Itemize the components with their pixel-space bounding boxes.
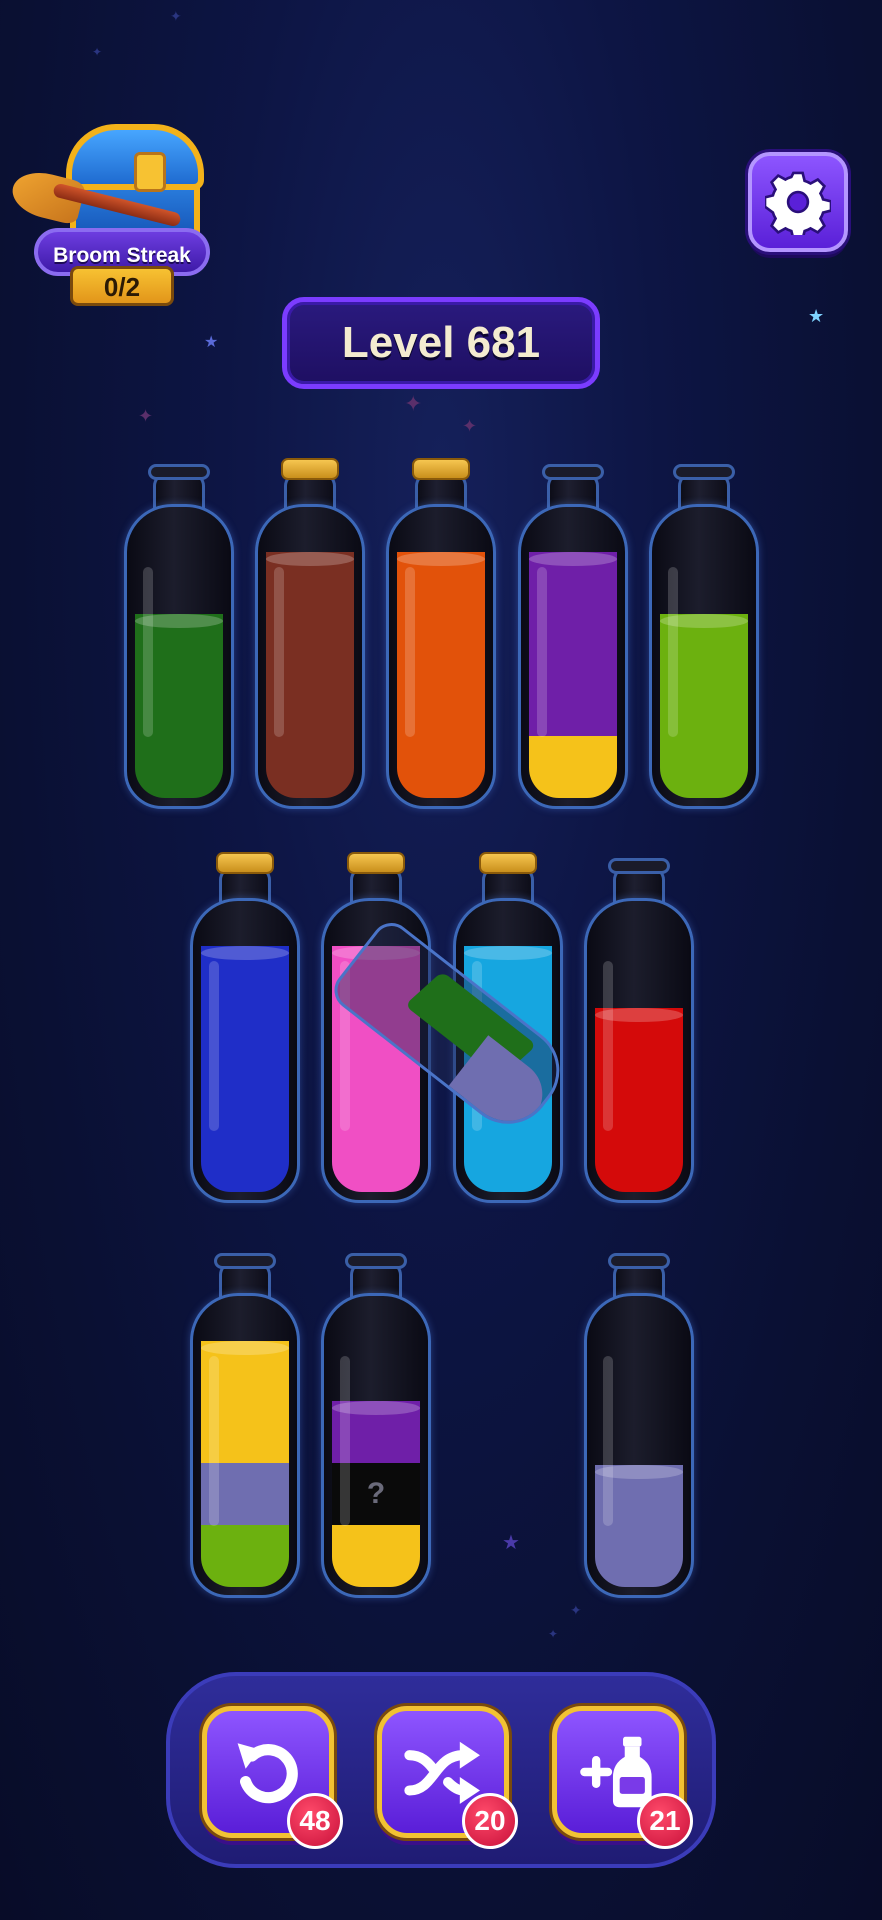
glass-shine xyxy=(143,567,153,737)
glass-shine xyxy=(603,1356,613,1526)
bottle-body xyxy=(584,1293,694,1598)
star-decoration: ★ xyxy=(808,306,825,327)
cork-icon xyxy=(347,852,405,874)
star-decoration: ✦ xyxy=(404,392,423,417)
cork-icon xyxy=(479,852,537,874)
bottle-lip xyxy=(608,1253,670,1269)
star-decoration: ★ xyxy=(204,332,219,351)
bottle-body xyxy=(190,1293,300,1598)
lock-icon xyxy=(134,152,166,192)
glass-shine xyxy=(209,961,219,1131)
star-decoration: ★ xyxy=(502,1530,520,1554)
star-decoration: ✦ xyxy=(462,416,478,437)
bottle-body xyxy=(386,504,496,809)
bottom-toolbar: 48 20 21 xyxy=(166,1672,716,1868)
bottle-body xyxy=(255,504,365,809)
streak-count: 0/2 xyxy=(70,266,174,306)
bottle[interactable] xyxy=(190,852,300,1203)
cork-icon xyxy=(216,852,274,874)
undo-button[interactable]: 48 xyxy=(202,1706,343,1849)
liquid-layer xyxy=(529,736,617,798)
bottle[interactable] xyxy=(190,1253,300,1598)
bottle-body xyxy=(518,504,628,809)
bottle-body xyxy=(124,504,234,809)
bottle[interactable]: ? xyxy=(321,1253,431,1598)
shuffle-count-badge: 20 xyxy=(462,1793,518,1849)
glass-shine xyxy=(340,1356,350,1526)
liquid-surface xyxy=(201,946,289,960)
undo-count-badge: 48 xyxy=(287,1793,343,1849)
hidden-layer-mark: ? xyxy=(366,1477,386,1510)
liquid-surface xyxy=(397,552,485,566)
cork-icon xyxy=(412,458,470,480)
bottle-body: ? xyxy=(321,1293,431,1598)
star-decoration: ✦ xyxy=(170,9,182,25)
bottle-body xyxy=(649,504,759,809)
bottle-lip xyxy=(673,464,735,480)
glass-shine xyxy=(274,567,284,737)
glass-shine xyxy=(537,567,547,737)
shuffle-button[interactable]: 20 xyxy=(377,1706,518,1849)
add-bottle-button[interactable]: 21 xyxy=(552,1706,693,1849)
bottle[interactable] xyxy=(584,858,694,1203)
bottle[interactable] xyxy=(584,1253,694,1598)
gear-icon xyxy=(765,171,831,235)
add-bottle-count-badge: 21 xyxy=(637,1793,693,1849)
bottle-lip xyxy=(214,1253,276,1269)
star-decoration: ✦ xyxy=(138,406,154,427)
bottle[interactable] xyxy=(255,458,365,809)
star-decoration: ✦ xyxy=(92,45,103,59)
glass-shine xyxy=(405,567,415,737)
glass-shine xyxy=(209,1356,219,1526)
bottle-lip xyxy=(542,464,604,480)
liquid-surface xyxy=(266,552,354,566)
star-decoration: ✦ xyxy=(548,1627,559,1641)
liquid-surface xyxy=(529,552,617,566)
glass-shine xyxy=(668,567,678,737)
bottle[interactable] xyxy=(518,464,628,809)
bottle[interactable] xyxy=(386,458,496,809)
broom-streak[interactable]: Broom Streak 0/2 xyxy=(7,118,212,308)
liquid-surface xyxy=(464,946,552,960)
liquid-surface xyxy=(201,1341,289,1355)
liquid-layer xyxy=(201,1525,289,1587)
liquid-layer xyxy=(332,1525,420,1587)
cork-icon xyxy=(281,458,339,480)
bottle-lip xyxy=(148,464,210,480)
bottle-lip xyxy=(345,1253,407,1269)
bottle-body xyxy=(190,898,300,1203)
bottle[interactable] xyxy=(124,464,234,809)
bottle-body xyxy=(584,898,694,1203)
settings-button[interactable] xyxy=(748,152,848,252)
bottle[interactable] xyxy=(649,464,759,809)
level-label: Level 681 xyxy=(282,297,600,389)
bottle-lip xyxy=(608,858,670,874)
star-decoration: ✦ xyxy=(570,1603,582,1619)
